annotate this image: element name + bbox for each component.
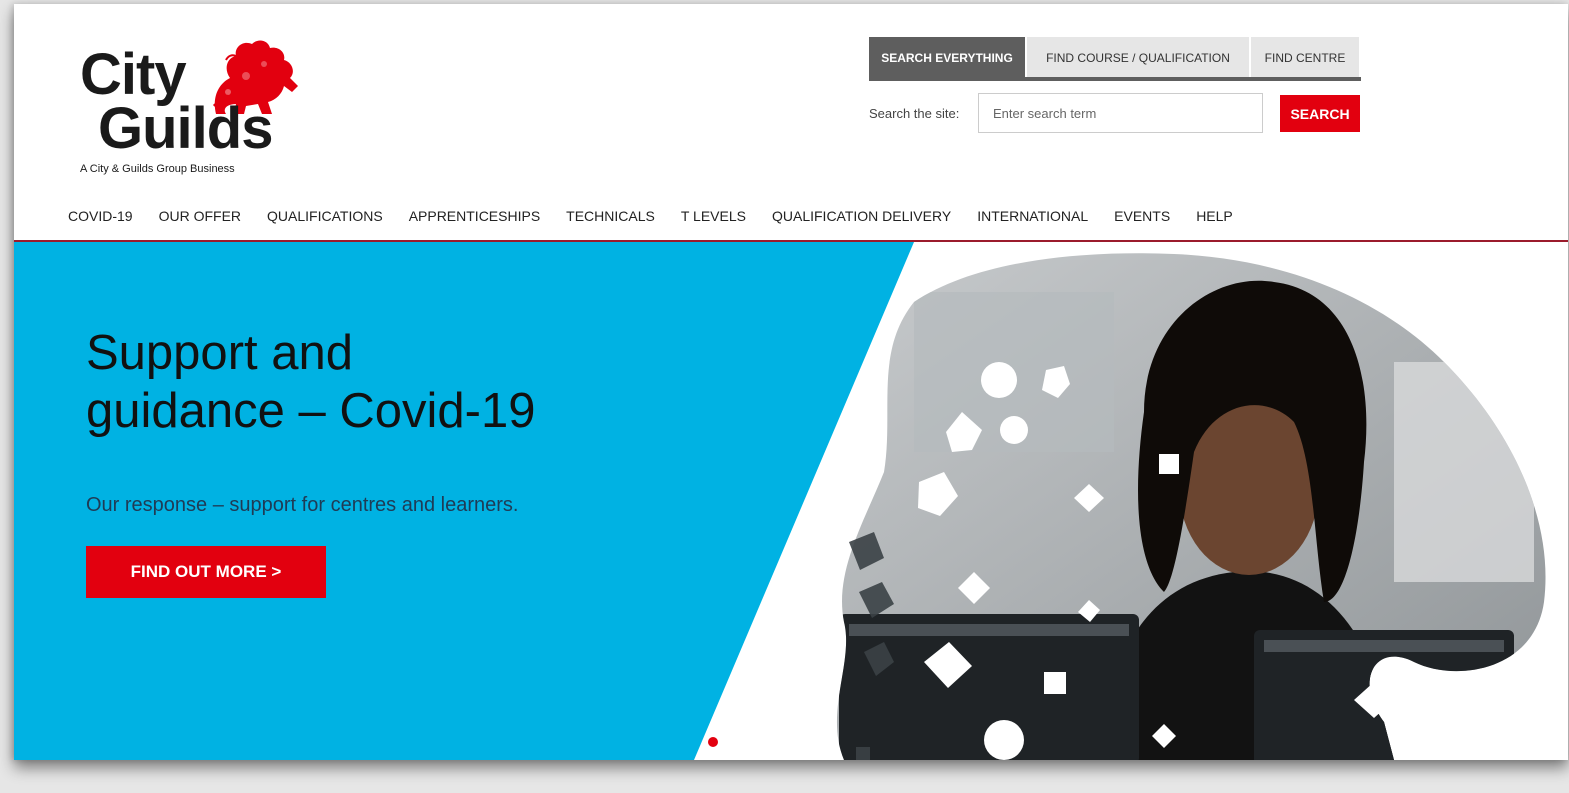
tabs-underline <box>869 77 1361 81</box>
search-button[interactable]: SEARCH <box>1280 95 1360 132</box>
search-label: Search the site: <box>869 106 960 121</box>
nav-item-technicals[interactable]: TECHNICALS <box>566 208 655 224</box>
search-input[interactable] <box>978 93 1263 133</box>
hero-subtitle: Our response – support for centres and l… <box>86 494 519 516</box>
nav-item-t-levels[interactable]: T LEVELS <box>681 208 746 224</box>
nav-item-our-offer[interactable]: OUR OFFER <box>159 208 241 224</box>
tab-find-course-qualification[interactable]: FIND COURSE / QUALIFICATION <box>1027 37 1249 79</box>
nav-item-international[interactable]: INTERNATIONAL <box>977 208 1088 224</box>
hero-title: Support and guidance – Covid-19 <box>86 324 535 440</box>
find-out-more-button[interactable]: FIND OUT MORE > <box>86 546 326 598</box>
carousel-dot-active[interactable] <box>708 737 718 747</box>
browser-page: City Guilds A City & Guilds Group Busine… <box>14 4 1568 760</box>
nav-item-help[interactable]: HELP <box>1196 208 1233 224</box>
tab-find-centre[interactable]: FIND CENTRE <box>1251 37 1359 79</box>
hero-title-line-2: guidance – Covid-19 <box>86 384 536 438</box>
hero-banner: Support and guidance – Covid-19 Our resp… <box>14 242 1568 760</box>
hero-title-line-1: Support and <box>86 326 353 380</box>
logo-tagline: A City & Guilds Group Business <box>80 163 235 175</box>
search-tabs: SEARCH EVERYTHING FIND COURSE / QUALIFIC… <box>869 37 1361 79</box>
main-nav: COVID-19 OUR OFFER QUALIFICATIONS APPREN… <box>68 208 1259 224</box>
site-logo[interactable]: City Guilds A City & Guilds Group Busine… <box>80 36 300 184</box>
logo-word-guilds: Guilds <box>98 96 273 161</box>
nav-item-qualification-delivery[interactable]: QUALIFICATION DELIVERY <box>772 208 951 224</box>
nav-item-events[interactable]: EVENTS <box>1114 208 1170 224</box>
tab-search-everything[interactable]: SEARCH EVERYTHING <box>869 37 1025 79</box>
nav-item-apprenticeships[interactable]: APPRENTICESHIPS <box>409 208 540 224</box>
nav-item-covid-19[interactable]: COVID-19 <box>68 208 133 224</box>
nav-item-qualifications[interactable]: QUALIFICATIONS <box>267 208 383 224</box>
